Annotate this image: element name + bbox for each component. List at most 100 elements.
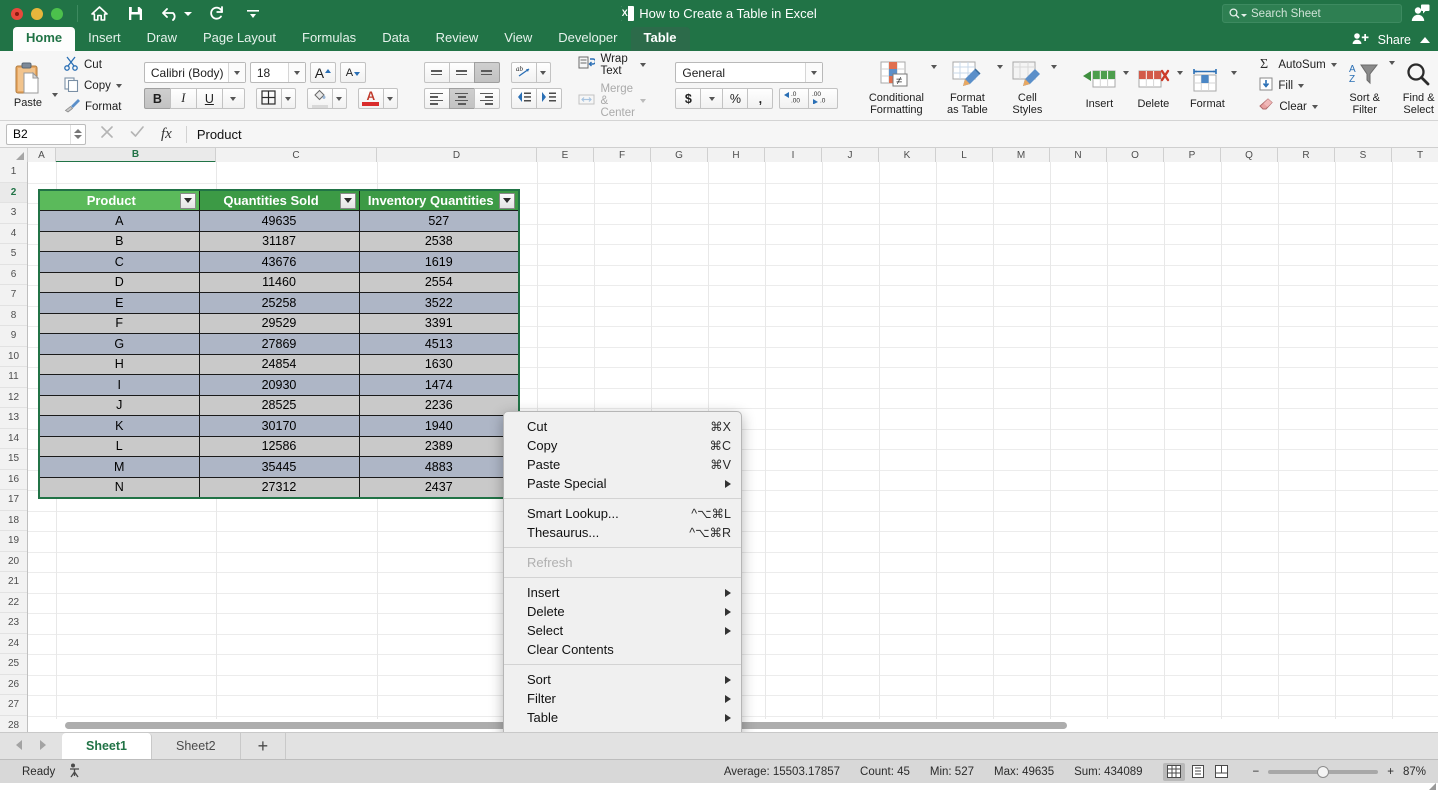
select-all-button[interactable] [0,148,28,162]
table-cell[interactable]: 29529 [198,312,360,334]
table-cell[interactable]: G [38,333,200,355]
increase-indent-button[interactable] [535,88,562,109]
percent-format-button[interactable]: % [722,88,749,109]
decrease-decimal-button[interactable]: .00.0 [808,88,839,109]
zoom-in-button[interactable]: + [1387,766,1394,778]
row-header-7[interactable]: 7 [0,285,27,306]
column-header-D[interactable]: D [377,148,537,162]
delete-cells-button[interactable]: Delete [1129,61,1177,110]
table-cell[interactable]: 3522 [358,292,520,314]
row-header-2[interactable]: 2 [0,182,27,203]
tab-insert[interactable]: Insert [75,27,134,51]
table-cell[interactable]: 28525 [198,394,360,416]
row-header-16[interactable]: 16 [0,470,27,490]
autosum-dropdown-icon[interactable] [1330,62,1337,67]
decrease-indent-button[interactable] [510,88,537,109]
column-header-S[interactable]: S [1335,148,1392,162]
format-as-table-button[interactable]: Format as Table [937,55,997,116]
format-cells-dropdown-icon[interactable] [1231,71,1238,87]
redo-icon[interactable] [206,3,228,25]
menu-item-smart-lookup[interactable]: Smart Lookup... ^⌥⌘L [504,504,741,523]
autosum-button[interactable]: Σ AutoSum [1259,55,1337,74]
row-header-22[interactable]: 22 [0,593,27,613]
align-left-button[interactable] [423,88,450,109]
menu-item-paste-special[interactable]: Paste Special [504,474,741,493]
decrease-font-size-button[interactable]: A [339,62,366,83]
row-header-13[interactable]: 13 [0,408,27,429]
table-cell[interactable]: 35445 [198,456,360,478]
maximize-window-button[interactable] [51,7,63,20]
sheet-tab-sheet2[interactable]: Sheet2 [152,733,241,759]
table-cell[interactable]: 4883 [358,456,520,478]
table-cell[interactable]: 31187 [198,230,360,252]
home-icon[interactable] [88,3,110,25]
row-header-12[interactable]: 12 [0,388,27,408]
merge-center-dropdown-icon[interactable] [640,98,647,103]
table-cell[interactable]: 12586 [198,435,360,457]
table-cell[interactable]: 27869 [198,333,360,355]
previous-sheet-icon[interactable] [14,739,24,754]
orientation-dropdown-icon[interactable] [536,62,551,83]
accessibility-icon[interactable] [69,763,83,781]
undo-group[interactable] [160,3,192,25]
table-cell[interactable]: D [38,271,200,293]
table-cell[interactable]: 49635 [198,210,360,232]
save-icon[interactable] [124,3,146,25]
table-header-quantities-sold[interactable]: Quantities Sold [198,189,360,211]
row-header-1[interactable]: 1 [0,162,27,183]
table-row[interactable]: E 25258 3522 [38,292,520,314]
find-select-button[interactable]: Find & Select [1395,55,1438,116]
customize-toolbar-icon[interactable] [242,3,264,25]
table-cell[interactable]: 1630 [358,353,520,375]
filter-dropdown-quantities-sold[interactable] [339,192,356,209]
column-header-G[interactable]: G [651,148,708,162]
row-header-9[interactable]: 9 [0,326,27,347]
search-input[interactable]: Search Sheet [1222,4,1402,23]
name-box-spinner[interactable] [70,124,85,144]
next-sheet-icon[interactable] [38,739,48,754]
tab-draw[interactable]: Draw [134,27,190,51]
cell-styles-dropdown-icon[interactable] [1051,65,1058,81]
table-cell[interactable]: J [38,394,200,416]
column-header-L[interactable]: L [936,148,993,162]
column-header-K[interactable]: K [879,148,936,162]
table-cell[interactable]: M [38,456,200,478]
table-row[interactable]: B 31187 2538 [38,230,520,252]
tab-review[interactable]: Review [423,27,492,51]
context-menu[interactable]: Cut ⌘X Copy ⌘C Paste ⌘V Paste Special Smart Loo… [503,411,742,732]
row-header-11[interactable]: 11 [0,367,27,388]
table-row[interactable]: N 27312 2437 [38,476,520,498]
wrap-text-dropdown-icon[interactable] [640,62,647,67]
row-header-5[interactable]: 5 [0,244,27,265]
menu-item-thesaurus[interactable]: Thesaurus... ^⌥⌘R [504,523,741,542]
paste-button[interactable]: Paste [6,62,50,109]
tab-home[interactable]: Home [13,27,76,51]
table-row[interactable]: F 29529 3391 [38,312,520,334]
table-cell[interactable]: H [38,353,200,375]
row-header-27[interactable]: 27 [0,695,27,716]
tab-view[interactable]: View [491,27,545,51]
filter-dropdown-product[interactable] [179,192,196,209]
menu-item-clear-contents[interactable]: Clear Contents [504,640,741,659]
table-cell[interactable]: 2554 [358,271,520,293]
row-header-20[interactable]: 20 [0,552,27,572]
window-controls[interactable] [0,7,63,20]
row-header-8[interactable]: 8 [0,306,27,326]
copy-button[interactable]: Copy [64,76,122,95]
insert-function-icon[interactable]: fx [161,126,172,143]
column-header-I[interactable]: I [765,148,822,162]
clear-button[interactable]: Clear [1259,97,1336,116]
grid-cells[interactable]: Product Quantities Sold Inventory Quanti… [28,162,1438,732]
bold-button[interactable]: B [143,88,171,109]
zoom-level[interactable]: 87% [1403,766,1426,778]
row-header-15[interactable]: 15 [0,449,27,470]
row-header-25[interactable]: 25 [0,654,27,675]
column-header-E[interactable]: E [537,148,594,162]
row-header-21[interactable]: 21 [0,572,27,593]
table-row[interactable]: A 49635 527 [38,210,520,232]
table-row[interactable]: G 27869 4513 [38,333,520,355]
name-box[interactable]: B2 [6,123,86,145]
format-painter-button[interactable]: Format [64,98,122,116]
underline-dropdown-icon[interactable] [221,88,245,109]
table-cell[interactable]: 3391 [358,312,520,334]
